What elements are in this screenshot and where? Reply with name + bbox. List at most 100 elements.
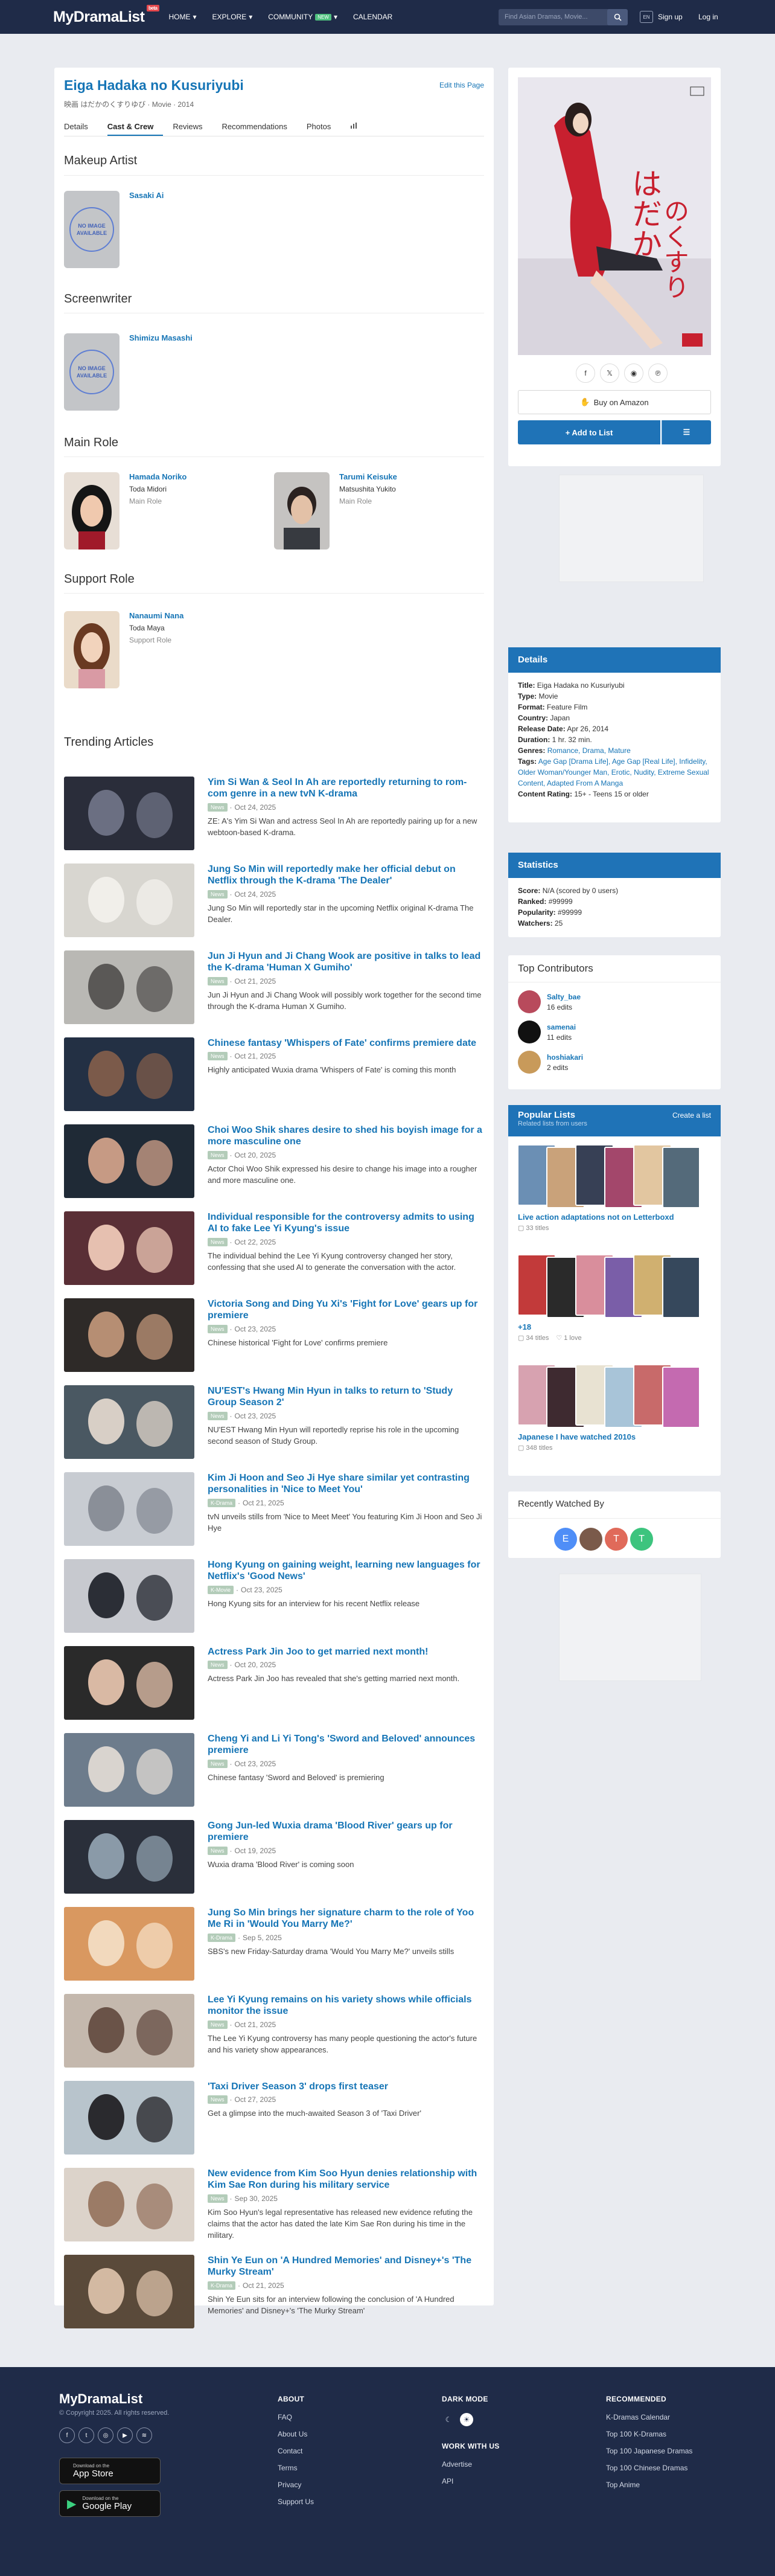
article-title[interactable]: Gong Jun-led Wuxia drama 'Blood River' g… xyxy=(208,1820,483,1843)
list-covers[interactable] xyxy=(517,1142,711,1209)
article-thumbnail[interactable] xyxy=(64,1298,194,1372)
actor-photo[interactable] xyxy=(274,472,330,549)
twitter-icon[interactable]: t xyxy=(78,2427,94,2443)
category-badge[interactable]: News xyxy=(208,1760,228,1768)
category-badge[interactable]: K-Drama xyxy=(208,1499,236,1507)
edit-page-link[interactable]: Edit this Page xyxy=(439,81,484,89)
signup-link[interactable]: Sign up xyxy=(658,13,683,21)
article-thumbnail[interactable] xyxy=(64,1472,194,1546)
footer-link-top-kdramas[interactable]: Top 100 K-Dramas xyxy=(606,2430,692,2438)
footer-link-top-anime[interactable]: Top Anime xyxy=(606,2481,692,2489)
footer-link-contact[interactable]: Contact xyxy=(278,2447,314,2455)
footer-link-about[interactable]: About Us xyxy=(278,2430,314,2438)
article-thumbnail[interactable] xyxy=(64,1211,194,1285)
category-badge[interactable]: K-Drama xyxy=(208,2281,236,2290)
no-image-placeholder[interactable]: NO IMAGE AVAILABLE xyxy=(64,191,120,268)
footer-link-support[interactable]: Support Us xyxy=(278,2498,314,2506)
rss-icon[interactable]: ≋ xyxy=(136,2427,152,2443)
category-badge[interactable]: News xyxy=(208,2194,228,2203)
instagram-icon[interactable]: ◎ xyxy=(98,2427,113,2443)
moon-icon[interactable]: ☾ xyxy=(442,2413,455,2426)
no-image-placeholder[interactable]: NO IMAGE AVAILABLE xyxy=(64,333,120,411)
footer-link-api[interactable]: API xyxy=(442,2477,500,2485)
article-thumbnail[interactable] xyxy=(64,1037,194,1111)
search-button[interactable] xyxy=(607,9,628,25)
footer-link-top-cdramas[interactable]: Top 100 Chinese Dramas xyxy=(606,2464,692,2472)
list-covers[interactable] xyxy=(517,1252,711,1319)
article-title[interactable]: Chinese fantasy 'Whispers of Fate' confi… xyxy=(208,1037,483,1049)
category-badge[interactable]: News xyxy=(208,977,228,985)
nav-home[interactable]: HOME ▾ xyxy=(169,13,197,21)
article-thumbnail[interactable] xyxy=(64,2255,194,2328)
youtube-icon[interactable]: ▶ xyxy=(117,2427,133,2443)
category-badge[interactable]: News xyxy=(208,1412,228,1420)
footer-link-terms[interactable]: Terms xyxy=(278,2464,314,2472)
category-badge[interactable]: News xyxy=(208,803,228,812)
article-title[interactable]: 'Taxi Driver Season 3' drops first tease… xyxy=(208,2081,483,2092)
nav-community[interactable]: COMMUNITY NEW ▾ xyxy=(268,13,337,21)
google-play-button[interactable]: ▶ Download on the Google Play xyxy=(59,2490,161,2517)
share-twitter[interactable]: 𝕏 xyxy=(600,364,619,383)
footer-link-calendar[interactable]: K-Dramas Calendar xyxy=(606,2413,692,2421)
crew-name[interactable]: Shimizu Masashi xyxy=(129,333,193,342)
article-thumbnail[interactable] xyxy=(64,1907,194,1981)
watcher-avatar[interactable]: T xyxy=(605,1528,628,1551)
article-title[interactable]: Victoria Song and Ding Yu Xi's 'Fight fo… xyxy=(208,1298,483,1321)
facebook-icon[interactable]: f xyxy=(59,2427,75,2443)
footer-link-faq[interactable]: FAQ xyxy=(278,2413,314,2421)
watcher-avatar[interactable]: E xyxy=(554,1528,577,1551)
article-thumbnail[interactable] xyxy=(64,2081,194,2155)
footer-logo[interactable]: MyDramaList xyxy=(59,2391,142,2407)
article-thumbnail[interactable] xyxy=(64,1124,194,1198)
article-title[interactable]: Lee Yi Kyung remains on his variety show… xyxy=(208,1994,483,2017)
actor-name[interactable]: Nanaumi Nana xyxy=(129,611,183,620)
create-list-link[interactable]: Create a list xyxy=(672,1111,711,1120)
watcher-avatar[interactable] xyxy=(579,1528,602,1551)
article-thumbnail[interactable] xyxy=(64,950,194,1024)
actor-name[interactable]: Tarumi Keisuke xyxy=(339,472,397,481)
article-thumbnail[interactable] xyxy=(64,1646,194,1720)
share-reddit[interactable]: ◉ xyxy=(624,364,643,383)
actor-name[interactable]: Hamada Noriko xyxy=(129,472,187,481)
tab-reviews[interactable]: Reviews xyxy=(173,117,212,136)
contributor-name[interactable]: samenai xyxy=(547,1023,576,1031)
nav-explore[interactable]: EXPLORE ▾ xyxy=(212,13,253,21)
list-title[interactable]: Japanese I have watched 2010s xyxy=(518,1432,711,1441)
footer-link-privacy[interactable]: Privacy xyxy=(278,2481,314,2489)
category-badge[interactable]: K-Drama xyxy=(208,1934,236,1942)
category-badge[interactable]: News xyxy=(208,1661,228,1669)
category-badge[interactable]: News xyxy=(208,1151,228,1159)
tab-recommendations[interactable]: Recommendations xyxy=(222,117,296,136)
article-title[interactable]: Yim Si Wan & Seol In Ah are reportedly r… xyxy=(208,777,483,799)
article-thumbnail[interactable] xyxy=(64,863,194,937)
list-options-button[interactable]: ☰ xyxy=(662,420,711,444)
nav-calendar[interactable]: CALENDAR xyxy=(353,13,392,21)
search-input[interactable]: Find Asian Dramas, Movie... xyxy=(499,9,614,25)
poster-image[interactable]: はだか のくすり xyxy=(518,77,711,355)
login-link[interactable]: Log in xyxy=(698,13,718,21)
app-store-button[interactable]: Download on the App Store xyxy=(59,2458,161,2484)
tags-value[interactable]: Age Gap [Drama Life], Age Gap [Real Life… xyxy=(518,757,709,787)
contributor-avatar[interactable] xyxy=(518,990,541,1013)
site-logo[interactable]: MyDramaList beta xyxy=(53,4,159,26)
article-title[interactable]: Choi Woo Shik shares desire to shed his … xyxy=(208,1124,483,1147)
article-title[interactable]: Kim Ji Hoon and Seo Ji Hye share similar… xyxy=(208,1472,483,1495)
article-thumbnail[interactable] xyxy=(64,2168,194,2241)
actor-photo[interactable] xyxy=(64,611,120,688)
article-thumbnail[interactable] xyxy=(64,777,194,850)
tab-details[interactable]: Details xyxy=(64,117,98,136)
list-title[interactable]: Live action adaptations not on Letterbox… xyxy=(518,1213,711,1222)
actor-photo[interactable] xyxy=(64,472,120,549)
category-badge[interactable]: News xyxy=(208,2095,228,2104)
category-badge[interactable]: K-Movie xyxy=(208,1586,234,1594)
share-facebook[interactable]: f xyxy=(576,364,595,383)
category-badge[interactable]: News xyxy=(208,1052,228,1060)
article-title[interactable]: Actress Park Jin Joo to get married next… xyxy=(208,1646,483,1658)
article-title[interactable]: Jun Ji Hyun and Ji Chang Wook are positi… xyxy=(208,950,483,973)
article-thumbnail[interactable] xyxy=(64,1820,194,1894)
tab-photos[interactable]: Photos xyxy=(307,117,340,136)
language-selector[interactable]: EN xyxy=(640,11,653,23)
footer-link-advertise[interactable]: Advertise xyxy=(442,2460,500,2469)
contributor-name[interactable]: Salty_bae xyxy=(547,993,581,1001)
category-badge[interactable]: News xyxy=(208,1325,228,1333)
